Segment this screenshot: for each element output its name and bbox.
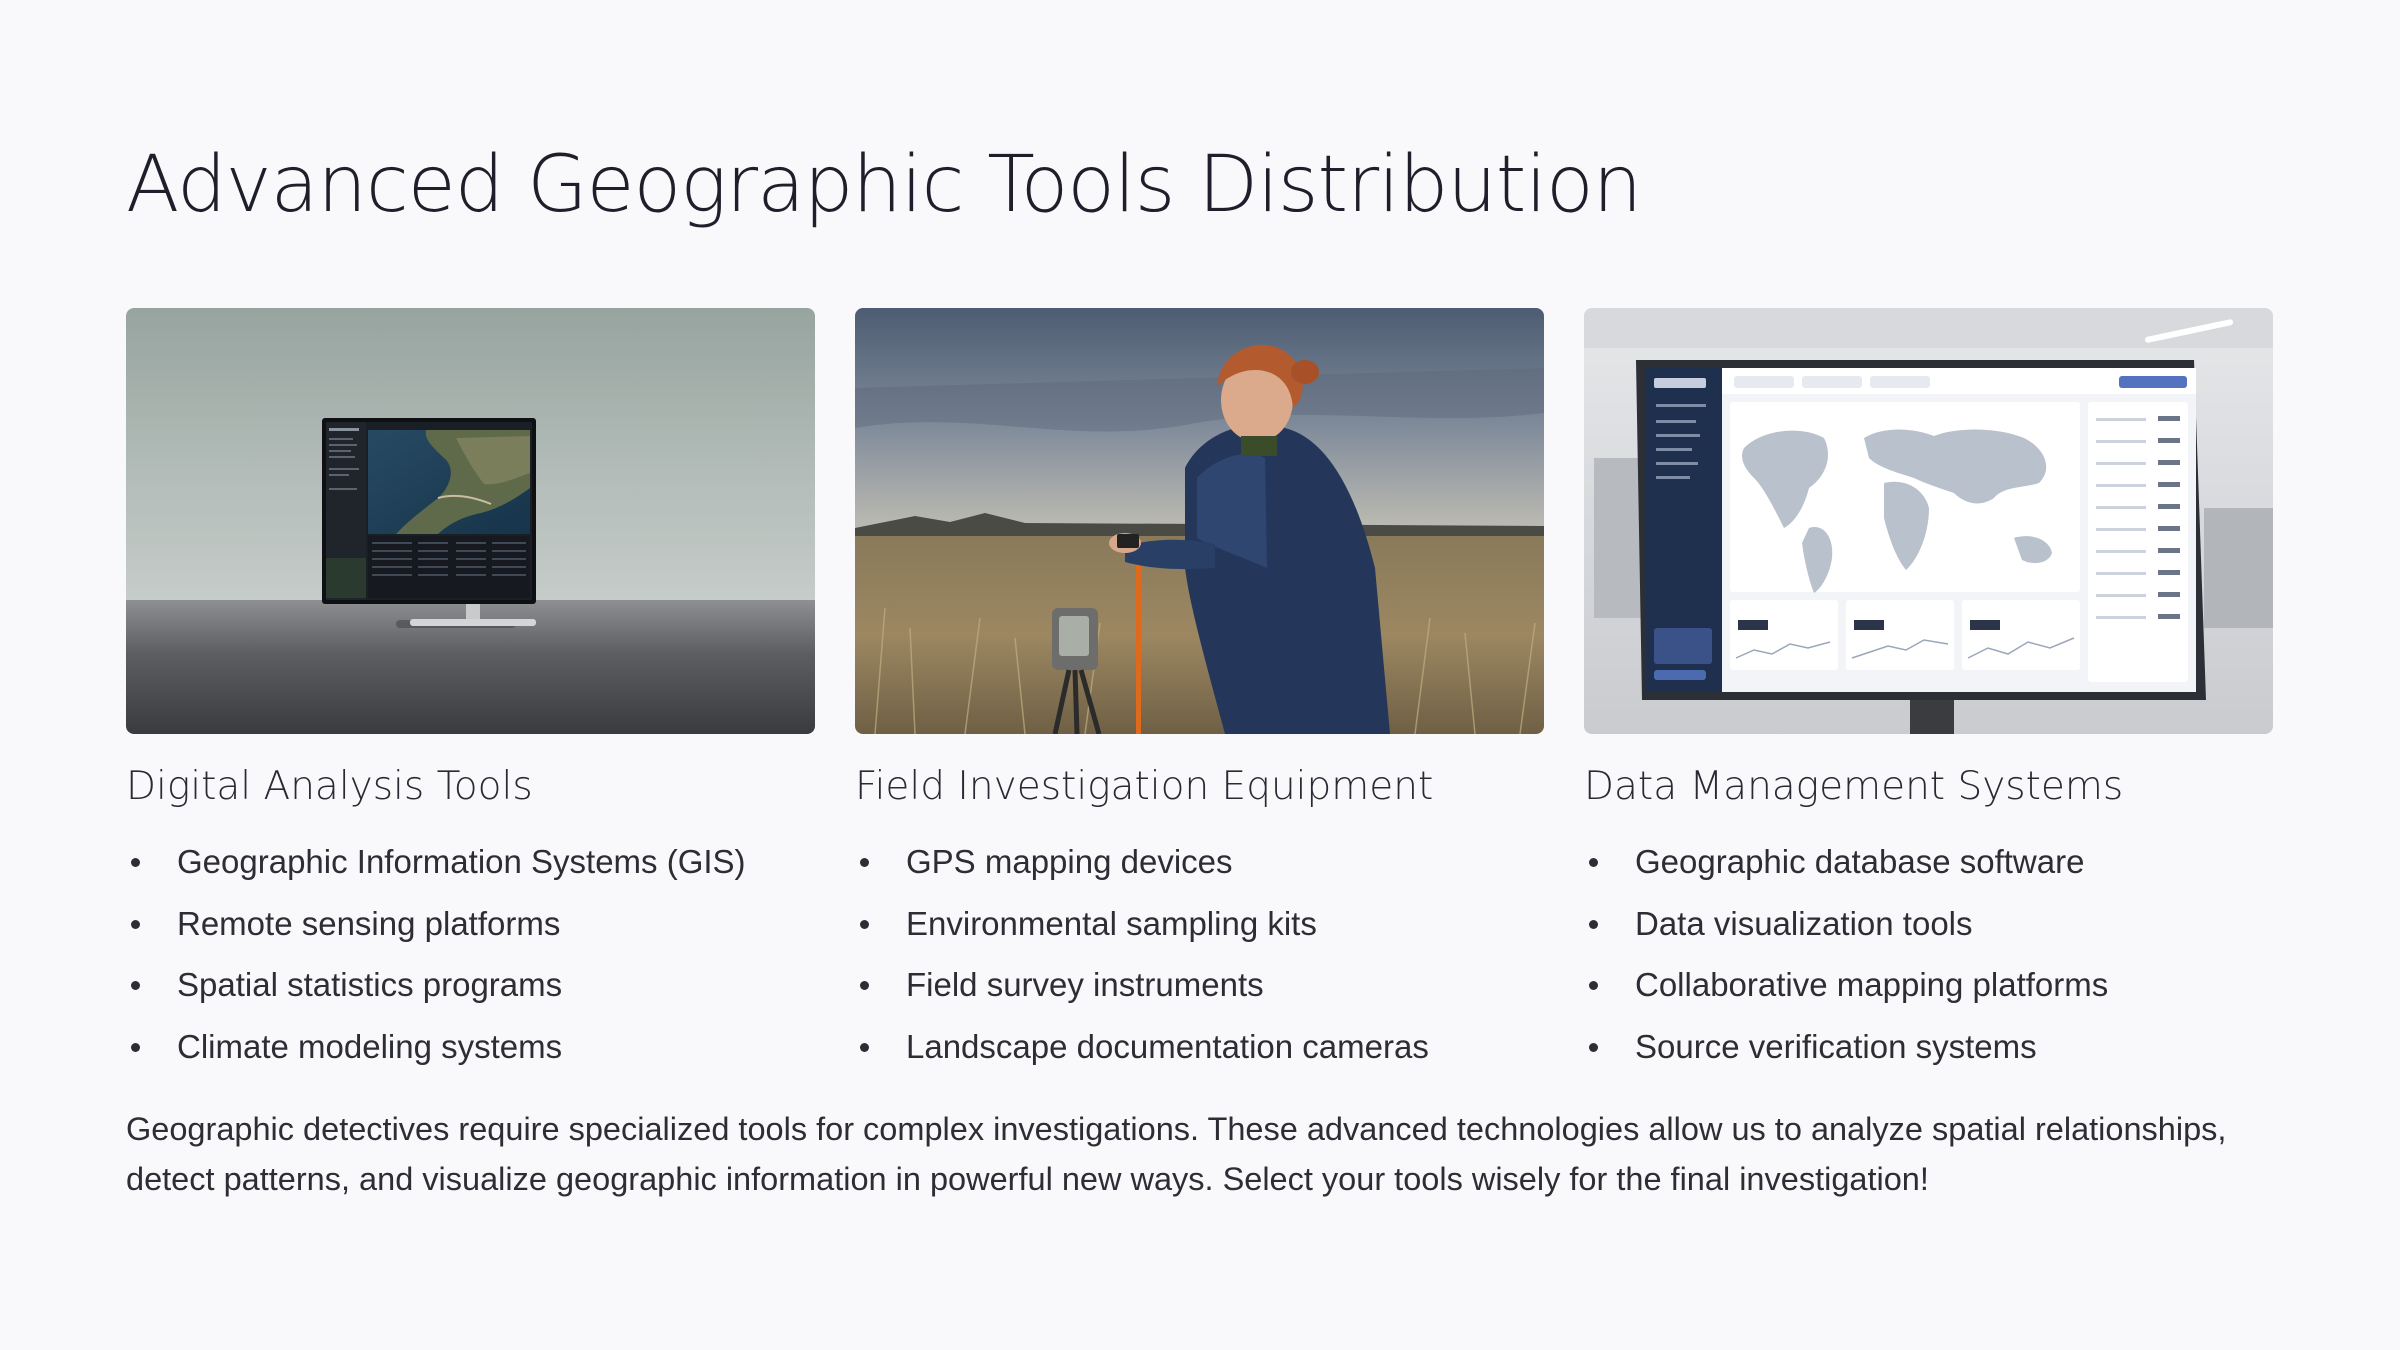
list-item: Geographic database software xyxy=(1584,831,2273,893)
list-item: Climate modeling systems xyxy=(126,1016,815,1078)
page-title: Advanced Geographic Tools Distribution xyxy=(126,140,1642,230)
dashboard-monitor-image xyxy=(1584,308,2273,734)
tool-list: Geographic database software Data visual… xyxy=(1584,831,2273,1077)
monitor-with-map-image xyxy=(126,308,815,734)
list-item: Data visualization tools xyxy=(1584,893,2273,955)
list-item: Field survey instruments xyxy=(855,954,1544,1016)
tool-list: Geographic Information Systems (GIS) Rem… xyxy=(126,831,815,1077)
list-item: GPS mapping devices xyxy=(855,831,1544,893)
list-item: Geographic Information Systems (GIS) xyxy=(126,831,815,893)
list-item: Source verification systems xyxy=(1584,1016,2273,1078)
list-item: Remote sensing platforms xyxy=(126,893,815,955)
column-heading: Digital Analysis Tools xyxy=(126,764,533,809)
column-heading: Field Investigation Equipment xyxy=(855,764,1434,809)
column-field-investigation: Field Investigation Equipment GPS mappin… xyxy=(855,308,1544,1077)
tool-list: GPS mapping devices Environmental sampli… xyxy=(855,831,1544,1077)
list-item: Environmental sampling kits xyxy=(855,893,1544,955)
columns: Digital Analysis Tools Geographic Inform… xyxy=(126,308,2274,1077)
column-digital-analysis: Digital Analysis Tools Geographic Inform… xyxy=(126,308,815,1077)
list-item: Landscape documentation cameras xyxy=(855,1016,1544,1078)
column-heading: Data Management Systems xyxy=(1584,764,2124,809)
list-item: Collaborative mapping platforms xyxy=(1584,954,2273,1016)
field-researcher-image xyxy=(855,308,1544,734)
summary-paragraph: Geographic detectives require specialize… xyxy=(126,1111,2227,1197)
column-data-management: Data Management Systems Geographic datab… xyxy=(1584,308,2273,1077)
list-item: Spatial statistics programs xyxy=(126,954,815,1016)
